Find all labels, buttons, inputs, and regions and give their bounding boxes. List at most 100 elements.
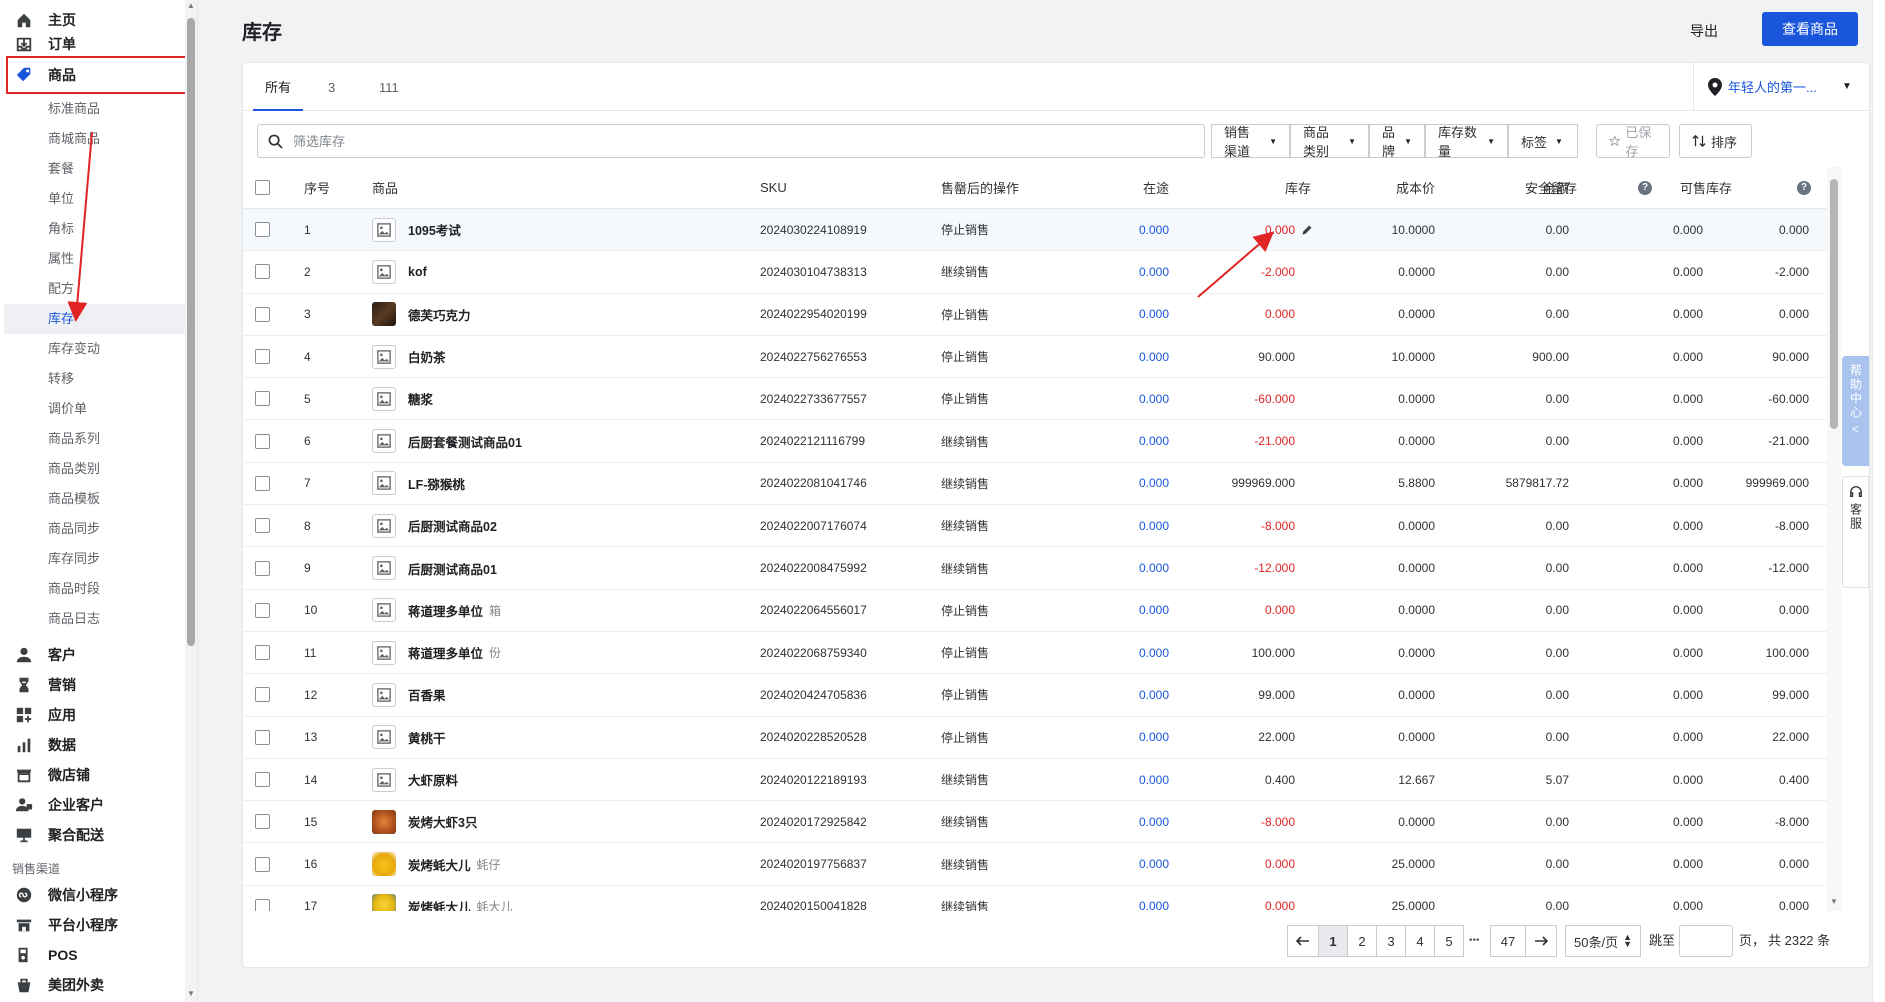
stock-value[interactable]: 999969.000 bbox=[1203, 463, 1295, 504]
row-checkbox[interactable] bbox=[255, 856, 270, 872]
table-row[interactable]: 2 kof 2024030104738313 继续销售 0.000 -2.000 0.000… bbox=[243, 251, 1827, 294]
product-name[interactable]: 1095考试 bbox=[408, 220, 461, 239]
product-cell[interactable]: 百香果 bbox=[372, 674, 446, 715]
jump-page-input[interactable] bbox=[1679, 925, 1733, 957]
sidebar-item-takeout[interactable]: 美团外卖 bbox=[0, 970, 197, 1000]
row-checkbox-cell[interactable] bbox=[255, 251, 270, 292]
table-row[interactable]: 16 炭烤蚝大儿 蚝仔 2024020197756837 继续销售 0.000 0.000 2… bbox=[243, 844, 1827, 886]
sidebar-scrollbar[interactable]: ▲ ▼ bbox=[185, 0, 197, 1002]
page-4-button[interactable]: 4 bbox=[1405, 925, 1435, 957]
product-name[interactable]: 百香果 bbox=[408, 685, 446, 704]
table-row[interactable]: 12 百香果 2024020424705836 停止销售 0.000 99.000 0.00… bbox=[243, 674, 1827, 717]
row-checkbox-cell[interactable] bbox=[255, 801, 270, 842]
sidebar-scroll-thumb[interactable] bbox=[187, 18, 195, 646]
in-transit-value[interactable]: 0.000 bbox=[1083, 547, 1169, 588]
in-transit-value[interactable]: 0.000 bbox=[1083, 463, 1169, 504]
product-cell[interactable]: 德芙巧克力 bbox=[372, 294, 471, 335]
last-page-button[interactable]: 47 bbox=[1490, 925, 1526, 957]
sidebar-subitem[interactable]: 配方 bbox=[0, 274, 197, 304]
row-checkbox[interactable] bbox=[255, 349, 270, 365]
product-cell[interactable]: 1095考试 bbox=[372, 209, 461, 250]
product-name[interactable]: 蒋道理多单位 bbox=[408, 601, 483, 620]
table-row[interactable]: 1 1095考试 2024030224108919 停止销售 0.000 0.000 10.… bbox=[243, 209, 1827, 252]
in-transit-value[interactable]: 0.000 bbox=[1083, 378, 1169, 419]
product-name[interactable]: 后厨套餐测试商品01 bbox=[408, 432, 522, 451]
row-checkbox[interactable] bbox=[255, 729, 270, 745]
help-icon[interactable]: ? bbox=[1638, 180, 1652, 195]
product-name[interactable]: 白奶茶 bbox=[408, 347, 446, 366]
row-checkbox[interactable] bbox=[255, 814, 270, 830]
sidebar-subitem[interactable]: 标准商品 bbox=[0, 94, 197, 124]
product-cell[interactable]: kof bbox=[372, 251, 427, 292]
row-checkbox[interactable] bbox=[255, 391, 270, 407]
table-row[interactable]: 14 大虾原料 2024020122189193 继续销售 0.000 0.400 12.6… bbox=[243, 759, 1827, 802]
table-row[interactable]: 4 白奶茶 2024022756276553 停止销售 0.000 90.000 10.00… bbox=[243, 336, 1827, 379]
table-row[interactable]: 7 LF-猕猴桃 2024022081041746 继续销售 0.000 999969.0… bbox=[243, 463, 1827, 506]
table-row[interactable]: 17 炭烤蚝大儿 蚝大儿 2024020150041828 继续销售 0.000 0.000… bbox=[243, 886, 1827, 911]
table-scroll-thumb[interactable] bbox=[1830, 179, 1838, 429]
product-cell[interactable]: 黄桃干 bbox=[372, 717, 446, 758]
page-size-select[interactable]: 50条/页 ▲ ▼ bbox=[1565, 925, 1641, 957]
table-row[interactable]: 6 后厨套餐测试商品01 2024022121116799 继续销售 0.000 -21.… bbox=[243, 421, 1827, 463]
row-checkbox[interactable] bbox=[255, 475, 270, 491]
category-filter[interactable]: 商品类别 ▼ bbox=[1290, 124, 1369, 159]
in-transit-value[interactable]: 0.000 bbox=[1083, 801, 1169, 842]
stock-value[interactable]: 99.000 bbox=[1203, 674, 1295, 715]
product-name[interactable]: 炭烤蚝大儿 bbox=[408, 855, 471, 874]
sidebar-subitem[interactable]: 角标 bbox=[0, 214, 197, 244]
stock-value[interactable]: -2.000 bbox=[1203, 251, 1295, 292]
product-name[interactable]: kof bbox=[408, 265, 427, 279]
in-transit-value[interactable]: 0.000 bbox=[1083, 209, 1169, 250]
row-checkbox-cell[interactable] bbox=[255, 463, 270, 504]
view-products-button[interactable]: 查看商品 bbox=[1762, 12, 1858, 46]
stock-value[interactable]: 0.000 bbox=[1203, 294, 1295, 335]
product-cell[interactable]: 炭烤大虾3只 bbox=[372, 801, 477, 842]
export-button[interactable]: 导出 bbox=[1690, 16, 1718, 46]
product-name[interactable]: 黄桃干 bbox=[408, 728, 446, 747]
product-name[interactable]: 炭烤蚝大儿 bbox=[408, 897, 471, 911]
select-all-checkbox[interactable] bbox=[255, 180, 270, 195]
row-checkbox-cell[interactable] bbox=[255, 336, 270, 377]
table-row[interactable]: 13 黄桃干 2024020228520528 停止销售 0.000 22.000 0.00… bbox=[243, 717, 1827, 759]
sidebar-item-bar-chart[interactable]: 数据 bbox=[0, 730, 197, 760]
product-cell[interactable]: 蒋道理多单位份 bbox=[372, 632, 501, 673]
row-checkbox-cell[interactable] bbox=[255, 844, 270, 885]
scroll-down-arrow-icon[interactable]: ▼ bbox=[1830, 897, 1838, 906]
sidebar-subitem[interactable]: 商品时段 bbox=[0, 574, 197, 604]
row-checkbox-cell[interactable] bbox=[255, 294, 270, 335]
customer-service-tab[interactable]: 客服 bbox=[1842, 476, 1869, 588]
next-page-button[interactable] bbox=[1525, 925, 1557, 957]
row-checkbox-cell[interactable] bbox=[255, 674, 270, 715]
sidebar-subitem[interactable]: 商品类别 bbox=[0, 454, 197, 484]
row-checkbox-cell[interactable] bbox=[255, 421, 270, 462]
tab-111[interactable]: 111 bbox=[367, 63, 411, 111]
row-checkbox[interactable] bbox=[255, 518, 270, 534]
sidebar-subitem[interactable]: 库存同步 bbox=[0, 544, 197, 574]
sidebar-item-storefront[interactable]: 微店铺 bbox=[0, 760, 197, 790]
sidebar-item-marketing[interactable]: 营销 bbox=[0, 670, 197, 700]
help-center-tab[interactable]: 帮助中心 < bbox=[1842, 356, 1869, 466]
search-box[interactable] bbox=[257, 124, 1205, 158]
row-checkbox[interactable] bbox=[255, 433, 270, 449]
col-header-sku[interactable]: SKU bbox=[760, 167, 787, 208]
sidebar-item-business-user[interactable]: 企业客户 bbox=[0, 790, 197, 820]
tab-all[interactable]: 所有 bbox=[253, 63, 304, 111]
sidebar-subitem[interactable]: 商品系列 bbox=[0, 424, 197, 454]
stock-value[interactable]: -60.000 bbox=[1203, 378, 1295, 419]
in-transit-value[interactable]: 0.000 bbox=[1083, 251, 1169, 292]
sales-channel-filter[interactable]: 销售渠道 ▼ bbox=[1211, 124, 1290, 159]
stock-value[interactable]: 22.000 bbox=[1203, 717, 1295, 758]
sidebar-item-inbox-download[interactable]: 订单 bbox=[0, 32, 197, 56]
row-checkbox[interactable] bbox=[255, 772, 270, 788]
saved-button[interactable]: 已保存 bbox=[1596, 124, 1670, 159]
sidebar-subitem[interactable]: 商品模板 bbox=[0, 484, 197, 514]
page-5-button[interactable]: 5 bbox=[1434, 925, 1464, 957]
row-checkbox[interactable] bbox=[255, 222, 270, 238]
row-checkbox[interactable] bbox=[255, 306, 270, 322]
row-checkbox[interactable] bbox=[255, 687, 270, 703]
row-checkbox[interactable] bbox=[255, 264, 270, 280]
in-transit-value[interactable]: 0.000 bbox=[1083, 336, 1169, 377]
store-selector[interactable]: 年轻人的第一... ▼ bbox=[1693, 63, 1869, 111]
page-1-button[interactable]: 1 bbox=[1318, 925, 1348, 957]
search-input[interactable] bbox=[291, 132, 1171, 150]
